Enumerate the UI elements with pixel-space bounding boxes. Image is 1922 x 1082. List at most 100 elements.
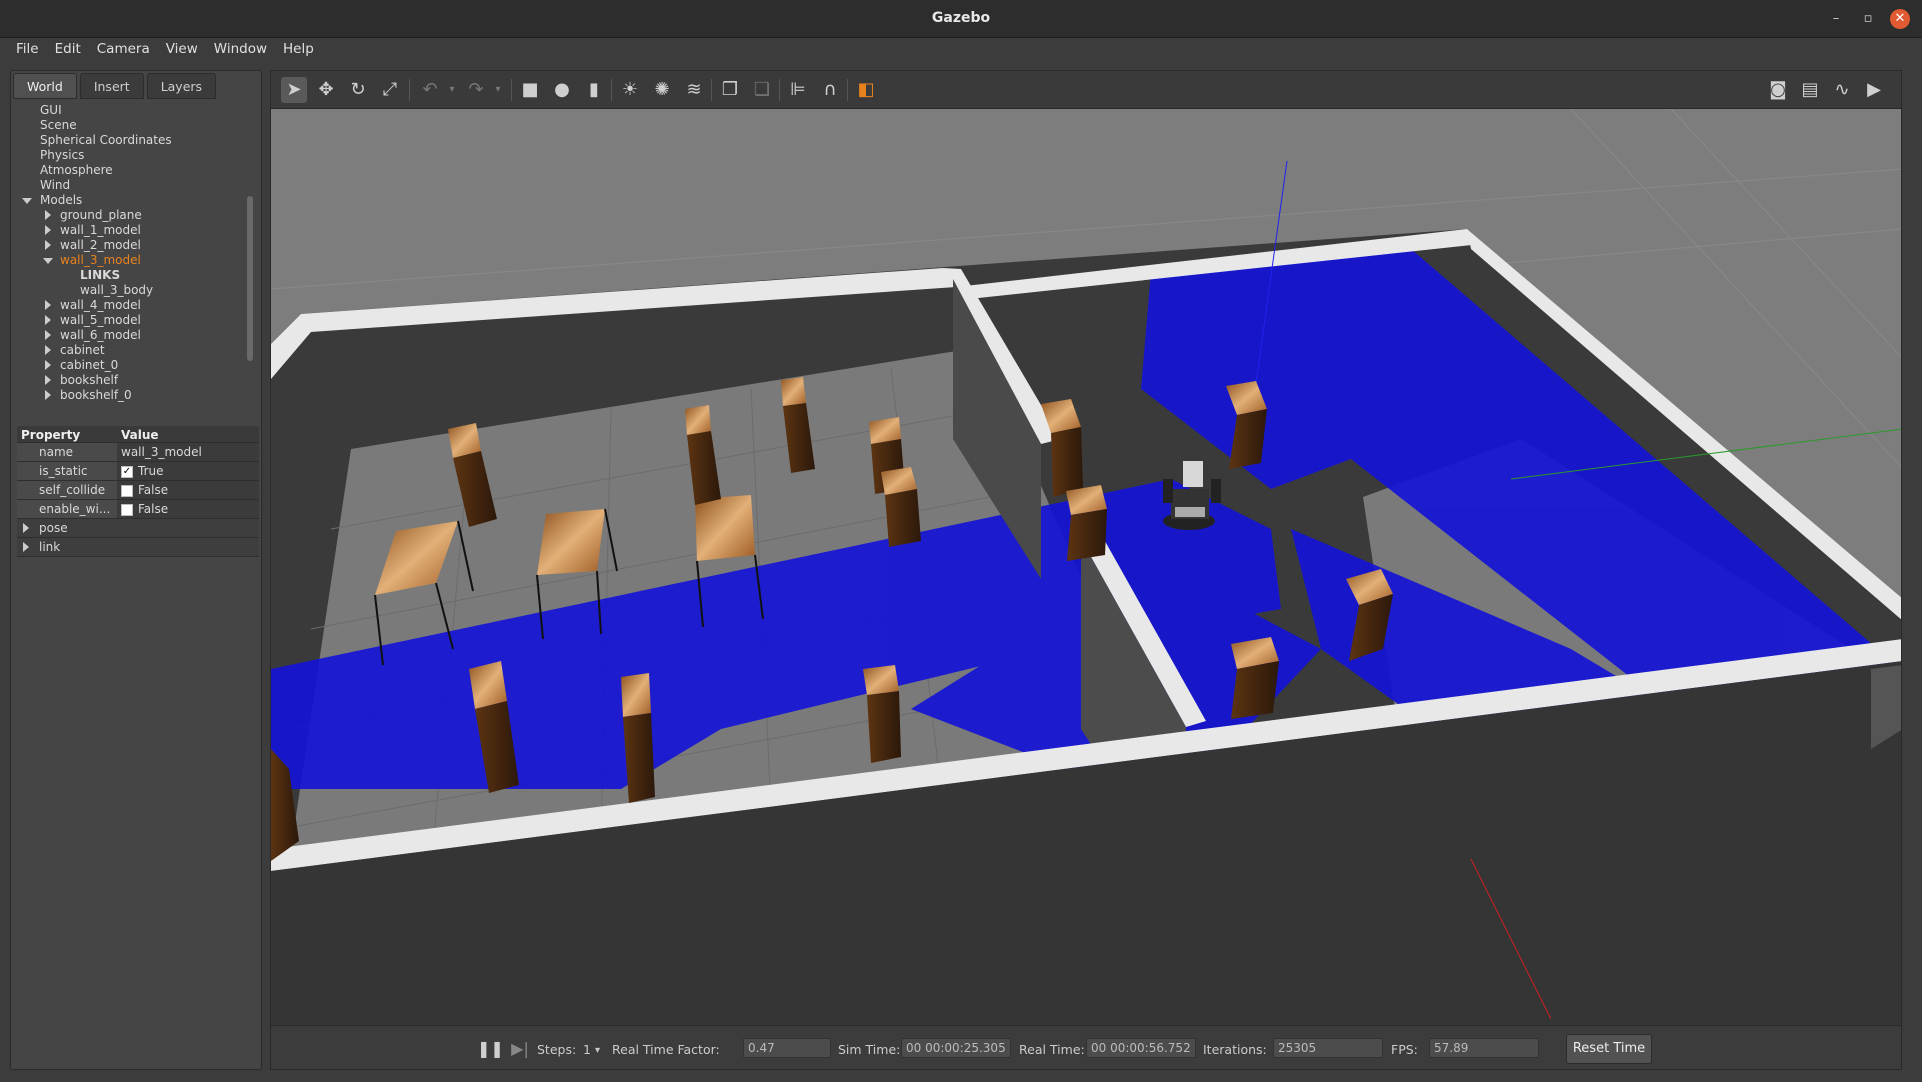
tree-item-model[interactable]: wall_5_model	[15, 313, 253, 328]
menu-help[interactable]: Help	[275, 38, 322, 62]
directional-light-icon[interactable]: ≋	[681, 77, 707, 103]
menu-bar: File Edit Camera View Window Help	[0, 38, 1922, 62]
chevron-right-icon[interactable]	[45, 240, 51, 250]
property-group-pose[interactable]: pose	[17, 519, 259, 538]
tree-item-model[interactable]: bookshelf_0	[15, 388, 253, 403]
scale-mode-icon[interactable]: ⤢	[377, 77, 403, 103]
tree-item-wind[interactable]: Wind	[15, 178, 253, 193]
copy-icon[interactable]: ❐	[717, 77, 743, 103]
chevron-right-icon[interactable]	[45, 300, 51, 310]
chevron-down-icon[interactable]	[43, 258, 53, 264]
property-key: is_static	[17, 462, 117, 480]
sim-time-label: Sim Time:	[838, 1042, 901, 1057]
tree-item-atmosphere[interactable]: Atmosphere	[15, 163, 253, 178]
property-key: self_collide	[17, 481, 117, 499]
menu-edit[interactable]: Edit	[47, 38, 89, 62]
align-icon[interactable]: ⊫	[785, 77, 811, 103]
world-tree: GUI Scene Spherical Coordinates Physics …	[15, 103, 253, 403]
checkbox-label: True	[138, 464, 164, 478]
paste-icon[interactable]: ❏	[749, 77, 775, 103]
log-icon[interactable]: ▤	[1797, 77, 1823, 103]
cabinet[interactable]	[1231, 637, 1279, 719]
tree-item-model-selected[interactable]: wall_3_model	[15, 253, 253, 268]
title-bar: Gazebo – ▫ ✕	[0, 0, 1922, 38]
tree-item-model[interactable]: cabinet_0	[15, 358, 253, 373]
sphere-shape-icon[interactable]: ●	[549, 77, 575, 103]
menu-view[interactable]: View	[158, 38, 206, 62]
cabinet[interactable]	[1066, 485, 1107, 561]
sim-time-value: 00 00:00:25.305	[901, 1038, 1011, 1058]
checkbox[interactable]	[121, 484, 133, 497]
menu-camera[interactable]: Camera	[89, 38, 158, 62]
property-table: Property Value name wall_3_model is_stat…	[17, 426, 259, 557]
tab-world[interactable]: World	[13, 73, 77, 99]
tree-item-scene[interactable]: Scene	[15, 118, 253, 133]
chevron-right-icon[interactable]	[45, 345, 51, 355]
spot-light-icon[interactable]: ✺	[649, 77, 675, 103]
cylinder-shape-icon[interactable]: ▮	[581, 77, 607, 103]
close-button[interactable]: ✕	[1890, 9, 1910, 29]
plot-icon[interactable]: ∿	[1829, 77, 1855, 103]
chevron-right-icon[interactable]	[45, 330, 51, 340]
menu-file[interactable]: File	[8, 38, 47, 62]
select-mode-icon[interactable]: ➤	[281, 77, 307, 103]
tree-item-gui[interactable]: GUI	[15, 103, 253, 118]
step-icon[interactable]: ▶|	[507, 1036, 533, 1062]
chevron-right-icon[interactable]	[45, 360, 51, 370]
tree-item-models[interactable]: Models	[15, 193, 253, 208]
tree-item-physics[interactable]: Physics	[15, 148, 253, 163]
chevron-right-icon[interactable]	[45, 225, 51, 235]
reset-time-button[interactable]: Reset Time	[1566, 1034, 1652, 1064]
tree-item-spherical[interactable]: Spherical Coordinates	[15, 133, 253, 148]
pause-icon[interactable]: ❚❚	[477, 1036, 504, 1062]
tree-item-model[interactable]: wall_1_model	[15, 223, 253, 238]
change-view-icon[interactable]: ◧	[853, 77, 879, 103]
chevron-down-icon[interactable]	[22, 198, 32, 204]
chevron-right-icon[interactable]	[45, 375, 51, 385]
checkbox-checked[interactable]: ✓	[121, 465, 133, 478]
point-light-icon[interactable]: ☀	[617, 77, 643, 103]
render-viewport[interactable]: ➤ ✥ ↻ ⤢ ↶ ▾ ↷ ▾ ■ ● ▮ ☀ ✺ ≋ ❐ ❏ ⊫ ∩ ◧ ◙ …	[270, 70, 1902, 1070]
menu-window[interactable]: Window	[206, 38, 275, 62]
chevron-down-icon[interactable]: ▾	[439, 77, 465, 103]
property-key: name	[17, 443, 117, 461]
property-group-link[interactable]: link	[17, 538, 259, 557]
tab-layers[interactable]: Layers	[146, 73, 217, 99]
tree-item-link[interactable]: wall_3_body	[15, 283, 253, 298]
chevron-right-icon[interactable]	[45, 390, 51, 400]
window-title: Gazebo	[931, 10, 991, 26]
steps-value[interactable]: 1	[583, 1042, 591, 1057]
tree-scrollbar[interactable]	[247, 196, 253, 361]
maximize-button[interactable]: ▫	[1858, 9, 1878, 29]
left-panel: World Insert Layers GUI Scene Spherical …	[10, 70, 262, 1070]
screenshot-icon[interactable]: ◙	[1765, 77, 1791, 103]
tree-item-model[interactable]: bookshelf	[15, 373, 253, 388]
chevron-down-icon[interactable]: ▾	[485, 77, 511, 103]
chevron-right-icon[interactable]	[23, 523, 29, 533]
chevron-down-icon[interactable]: ▾	[595, 1045, 600, 1056]
checkbox[interactable]	[121, 503, 133, 516]
tree-item-model[interactable]: cabinet	[15, 343, 253, 358]
tab-insert[interactable]: Insert	[79, 73, 144, 99]
checkbox-label: False	[138, 483, 169, 497]
translate-mode-icon[interactable]: ✥	[313, 77, 339, 103]
video-record-icon[interactable]: ▶	[1861, 77, 1887, 103]
tree-item-model[interactable]: wall_2_model	[15, 238, 253, 253]
property-group-label: link	[39, 540, 61, 554]
3d-scene[interactable]	[271, 109, 1902, 1025]
chevron-right-icon[interactable]	[23, 542, 29, 552]
snap-icon[interactable]: ∩	[817, 77, 843, 103]
tree-item-model[interactable]: wall_6_model	[15, 328, 253, 343]
box-shape-icon[interactable]: ■	[517, 77, 543, 103]
minimize-button[interactable]: –	[1826, 9, 1846, 29]
property-row-self-collide: self_collide False	[17, 481, 259, 500]
toolbar: ➤ ✥ ↻ ⤢ ↶ ▾ ↷ ▾ ■ ● ▮ ☀ ✺ ≋ ❐ ❏ ⊫ ∩ ◧ ◙ …	[271, 71, 1901, 109]
chevron-right-icon[interactable]	[45, 315, 51, 325]
tree-item-model[interactable]: ground_plane	[15, 208, 253, 223]
property-value[interactable]: wall_3_model	[117, 443, 259, 461]
tree-item-model[interactable]: wall_4_model	[15, 298, 253, 313]
real-time-value: 00 00:00:56.752	[1086, 1038, 1196, 1058]
chevron-right-icon[interactable]	[45, 210, 51, 220]
rotate-mode-icon[interactable]: ↻	[345, 77, 371, 103]
tree-item-links: LINKS	[80, 268, 121, 282]
